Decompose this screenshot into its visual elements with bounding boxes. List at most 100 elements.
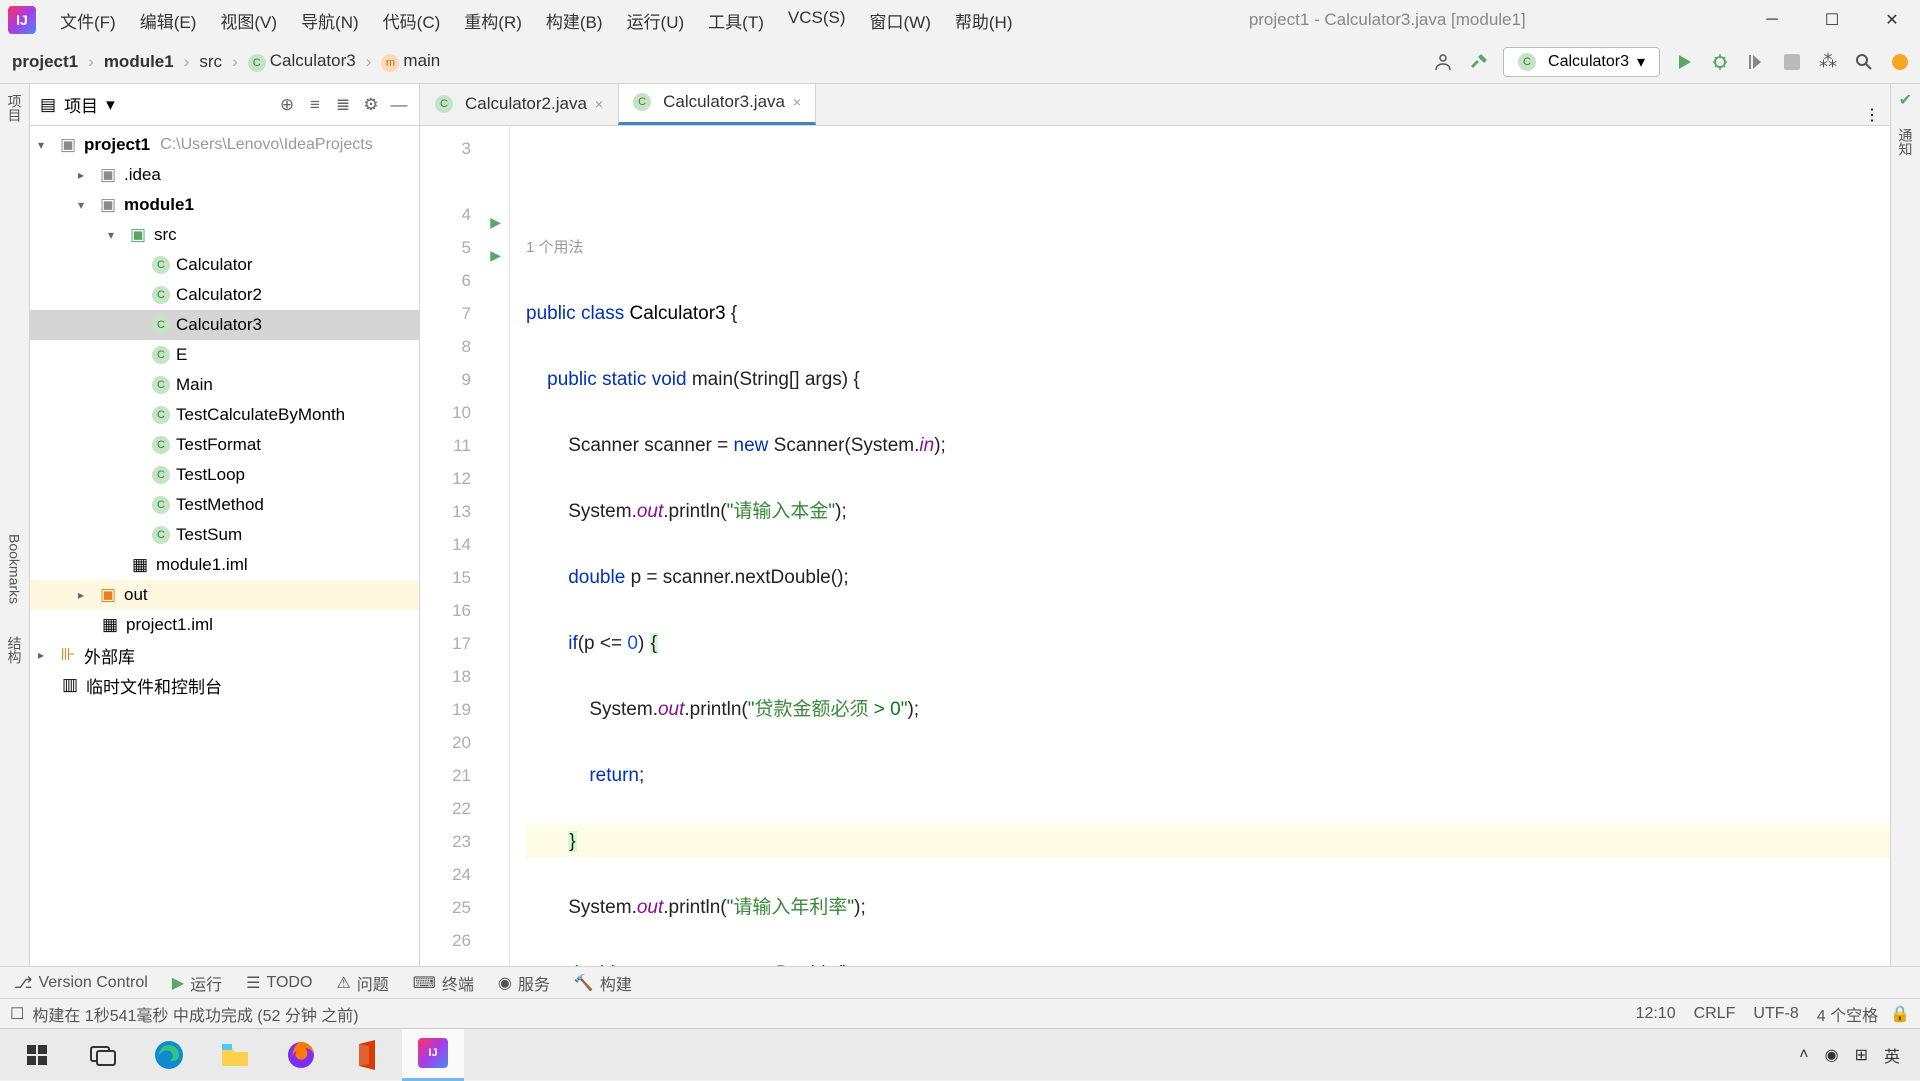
gutter-structure[interactable]: 结构	[3, 630, 27, 670]
user-icon[interactable]	[1431, 50, 1455, 74]
crumb-method[interactable]: mmain	[377, 49, 444, 74]
code-editor[interactable]: 1 个用法 public class Calculator3 { public …	[510, 126, 1890, 966]
close-icon[interactable]: ×	[595, 96, 603, 112]
panel-header: ▤ 项目 ▾ ⊕ ≡ ≣ ⚙ —	[30, 84, 419, 126]
tree-project-iml[interactable]: ▦project1.iml	[30, 610, 419, 640]
menu-refactor[interactable]: 重构(R)	[454, 4, 532, 37]
crumb-module[interactable]: module1	[100, 50, 178, 74]
translate-icon[interactable]: ⁂	[1816, 50, 1840, 74]
taskview-button[interactable]	[72, 1029, 134, 1081]
editor-area: C Calculator2.java × C Calculator3.java …	[420, 84, 1890, 966]
expand-icon[interactable]: ≡	[305, 95, 325, 115]
status-icon[interactable]: ☐	[10, 1004, 24, 1024]
tabs-menu[interactable]: ⋮	[1864, 105, 1890, 125]
tab-calculator3[interactable]: C Calculator3.java ×	[618, 84, 816, 125]
office-icon[interactable]	[336, 1029, 398, 1081]
tree-idea[interactable]: ▸▣.idea	[30, 160, 419, 190]
target-icon[interactable]: ⊕	[277, 95, 297, 115]
check-icon[interactable]: ✔	[1899, 90, 1912, 110]
minimize-button[interactable]: ─	[1752, 5, 1792, 35]
menu-edit[interactable]: 编辑(E)	[130, 4, 207, 37]
crumb-src[interactable]: src	[195, 50, 226, 74]
tree-class-selected[interactable]: CCalculator3	[30, 310, 419, 340]
bottom-vc[interactable]: ⎇Version Control	[14, 973, 148, 993]
tray-ime-lang[interactable]: 英	[1884, 1043, 1900, 1067]
status-position[interactable]: 12:10	[1636, 1005, 1676, 1023]
tree-class[interactable]: CTestMethod	[30, 490, 419, 520]
gutter-project[interactable]: 项目	[3, 88, 27, 128]
run-button[interactable]	[1672, 50, 1696, 74]
collapse-icon[interactable]: ≣	[333, 95, 353, 115]
search-icon[interactable]	[1852, 50, 1876, 74]
settings-icon[interactable]	[1888, 50, 1912, 74]
menu-help[interactable]: 帮助(H)	[945, 4, 1023, 37]
tree-class[interactable]: CTestCalculateByMonth	[30, 400, 419, 430]
start-button[interactable]	[6, 1029, 68, 1081]
tray-chevron-icon[interactable]: ˄	[1799, 1046, 1808, 1064]
chevron-icon: ›	[366, 52, 372, 72]
menu-run[interactable]: 运行(U)	[617, 4, 695, 37]
gutter-bookmarks[interactable]: Bookmarks	[5, 528, 25, 610]
tree-iml[interactable]: ▦module1.iml	[30, 550, 419, 580]
tree-class[interactable]: CTestLoop	[30, 460, 419, 490]
intellij-icon[interactable]: IJ	[402, 1029, 464, 1081]
debug-button[interactable]	[1708, 50, 1732, 74]
bottom-run[interactable]: ▶运行	[172, 971, 222, 995]
class-icon: C	[633, 93, 651, 111]
tree-src[interactable]: ▾▣src	[30, 220, 419, 250]
tree-scratches[interactable]: ▥临时文件和控制台	[30, 670, 419, 700]
bottom-terminal[interactable]: ⌨终端	[413, 971, 474, 995]
gutter-notifications[interactable]: 通知	[1894, 122, 1918, 162]
tree-extlib[interactable]: ▸⊪外部库	[30, 640, 419, 670]
tray-ime-icon[interactable]: ⊞	[1855, 1045, 1868, 1065]
chevron-down-icon[interactable]: ▾	[106, 95, 115, 115]
tree-class[interactable]: CMain	[30, 370, 419, 400]
firefox-icon[interactable]	[270, 1029, 332, 1081]
bottom-services[interactable]: ◉服务	[498, 971, 550, 995]
hammer-icon[interactable]	[1467, 50, 1491, 74]
tree-class[interactable]: CCalculator	[30, 250, 419, 280]
tree-out[interactable]: ▸▣out	[30, 580, 419, 610]
breadcrumb: project1 › module1 › src › CCalculator3 …	[8, 49, 444, 74]
hide-icon[interactable]: —	[389, 95, 409, 115]
status-indent[interactable]: 4 个空格	[1817, 1002, 1878, 1026]
menu-build[interactable]: 构建(B)	[536, 4, 613, 37]
bottom-build[interactable]: 🔨构建	[574, 971, 632, 995]
maximize-button[interactable]: ☐	[1812, 5, 1852, 35]
bottom-problems[interactable]: ⚠问题	[336, 971, 388, 995]
menu-window[interactable]: 窗口(W)	[860, 4, 941, 37]
app-icon: IJ	[8, 6, 36, 34]
close-button[interactable]: ✕	[1872, 5, 1912, 35]
left-gutter: 项目 Bookmarks 结构	[0, 84, 30, 966]
status-lineending[interactable]: CRLF	[1694, 1005, 1736, 1023]
menu-code[interactable]: 代码(C)	[373, 4, 451, 37]
stop-button[interactable]	[1780, 50, 1804, 74]
tray-obs-icon[interactable]: ◉	[1825, 1045, 1839, 1065]
tab-calculator2[interactable]: C Calculator2.java ×	[420, 84, 618, 125]
menu-navigate[interactable]: 导航(N)	[291, 4, 369, 37]
close-icon[interactable]: ×	[793, 94, 801, 110]
tree-class[interactable]: CTestFormat	[30, 430, 419, 460]
tree-class[interactable]: CCalculator2	[30, 280, 419, 310]
systray: ˄ ◉ ⊞ 英	[1799, 1043, 1914, 1067]
bottom-todo[interactable]: ☰TODO	[246, 973, 312, 993]
run-config-selector[interactable]: C Calculator3 ▾	[1503, 47, 1660, 77]
coverage-button[interactable]	[1744, 50, 1768, 74]
crumb-class[interactable]: CCalculator3	[244, 49, 360, 74]
tree-class[interactable]: CE	[30, 340, 419, 370]
usage-hint[interactable]: 1 个用法	[526, 231, 1890, 264]
explorer-icon[interactable]	[204, 1029, 266, 1081]
menu-file[interactable]: 文件(F)	[50, 4, 126, 37]
gear-icon[interactable]: ⚙	[361, 95, 381, 115]
lock-icon[interactable]: 🔒	[1890, 1004, 1910, 1024]
crumb-project[interactable]: project1	[8, 50, 82, 74]
status-encoding[interactable]: UTF-8	[1753, 1005, 1798, 1023]
tree-root[interactable]: ▾▣ project1C:\Users\Lenovo\IdeaProjects	[30, 130, 419, 160]
menu-tools[interactable]: 工具(T)	[698, 4, 774, 37]
menu-view[interactable]: 视图(V)	[210, 4, 287, 37]
menu-vcs[interactable]: VCS(S)	[778, 4, 856, 37]
edge-icon[interactable]	[138, 1029, 200, 1081]
tree-class[interactable]: CTestSum	[30, 520, 419, 550]
panel-title: 项目	[64, 92, 98, 117]
tree-module[interactable]: ▾▣module1	[30, 190, 419, 220]
